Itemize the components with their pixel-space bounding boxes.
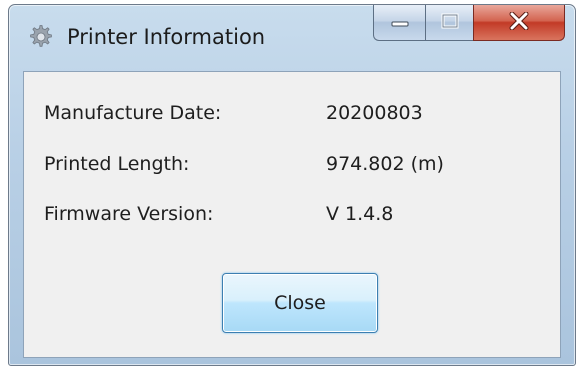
maximize-icon bbox=[441, 13, 459, 33]
minimize-icon bbox=[390, 13, 410, 32]
manufacture-date-value: 20200803 bbox=[326, 102, 423, 124]
printed-length-label: Printed Length: bbox=[44, 153, 190, 175]
dialog-content: Manufacture Date: 20200803 Printed Lengt… bbox=[23, 71, 561, 358]
firmware-version-value: V 1.4.8 bbox=[326, 203, 394, 225]
window-title: Printer Information bbox=[67, 25, 266, 49]
close-button[interactable]: Close bbox=[222, 273, 378, 333]
maximize-button[interactable] bbox=[425, 5, 473, 41]
window-controls bbox=[373, 5, 565, 45]
title-close-button[interactable] bbox=[473, 5, 565, 41]
title-bar[interactable]: Printer Information bbox=[9, 5, 575, 71]
printed-length-value: 974.802 (m) bbox=[326, 153, 444, 175]
gear-icon bbox=[27, 24, 53, 50]
firmware-version-label: Firmware Version: bbox=[44, 203, 214, 225]
close-icon bbox=[508, 11, 530, 34]
printer-information-dialog: Printer Information Manufacture Date: 20… bbox=[8, 4, 576, 366]
manufacture-date-label: Manufacture Date: bbox=[44, 102, 222, 124]
minimize-button[interactable] bbox=[373, 5, 425, 41]
